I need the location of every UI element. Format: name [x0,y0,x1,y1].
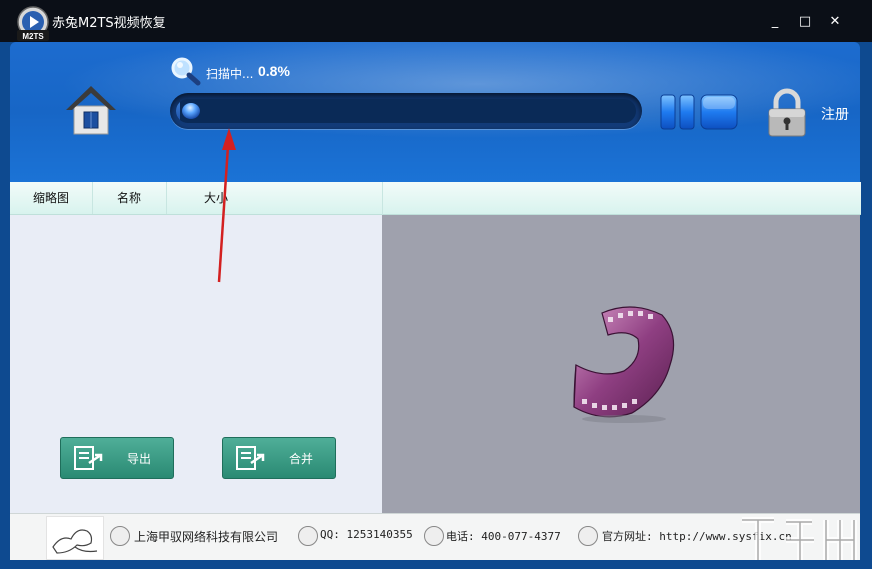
stop-icon[interactable] [700,94,738,130]
minimize-button[interactable]: _ [764,10,786,32]
main-content: 缩略图 名称 大小 导出 合并 [10,182,861,513]
merge-button-label: 合并 [289,452,314,466]
progress-inner [176,99,636,123]
column-header-thumbnail[interactable]: 缩略图 [10,182,93,214]
file-table-header: 缩略图 名称 大小 [10,182,382,215]
export-button[interactable]: 导出 [60,437,174,479]
website-icon [578,526,598,546]
scan-percent: 0.8% [258,63,290,79]
lock-icon[interactable] [766,88,808,138]
column-header-size[interactable]: 大小 [166,182,266,214]
export-button-label: 导出 [127,452,152,466]
company-logo-icon [46,516,104,560]
progress-fill [176,99,180,123]
film-reel-icon [573,306,675,423]
app-window: M2TS 赤兔M2TS视频恢复 _ □ ✕ 扫描中... 0.8% 注册 缩略图… [0,0,872,569]
merge-icon [236,446,265,470]
company-icon [110,526,130,546]
home-icon[interactable] [64,82,118,138]
title-bar: M2TS 赤兔M2TS视频恢复 _ □ ✕ [0,0,872,42]
qq-number: QQ: 1253140355 [320,528,413,541]
app-logo-text: M2TS [22,32,44,41]
qq-icon [298,526,318,546]
export-icon [74,446,103,470]
preview-header-strip [382,182,861,215]
scan-progress-bar [170,93,642,129]
scan-status-label: 扫描中... [206,67,254,81]
progress-knob [182,103,200,119]
phone-number: 电话: 400-077-4377 [446,530,561,543]
window-title: 赤兔M2TS视频恢复 [52,16,166,31]
preview-pane [382,215,860,513]
merge-button[interactable]: 合并 [222,437,336,479]
scan-header: 扫描中... 0.8% 注册 [10,42,860,182]
maximize-button[interactable]: □ [794,10,816,32]
website-url[interactable]: 官方网址: http://www.sysfix.cn [602,528,792,544]
app-logo-icon: M2TS [17,6,49,41]
phone-icon [424,526,444,546]
footer-bar: 上海甲驭网络科技有限公司 QQ: 1253140355 电话: 400-077-… [10,513,860,560]
close-button[interactable]: ✕ [824,10,846,32]
company-name: 上海甲驭网络科技有限公司 [134,530,279,544]
magnifier-icon [171,57,201,86]
register-link[interactable]: 注册 [821,104,849,124]
column-header-name[interactable]: 名称 [92,182,167,214]
pause-icon[interactable] [660,94,696,130]
